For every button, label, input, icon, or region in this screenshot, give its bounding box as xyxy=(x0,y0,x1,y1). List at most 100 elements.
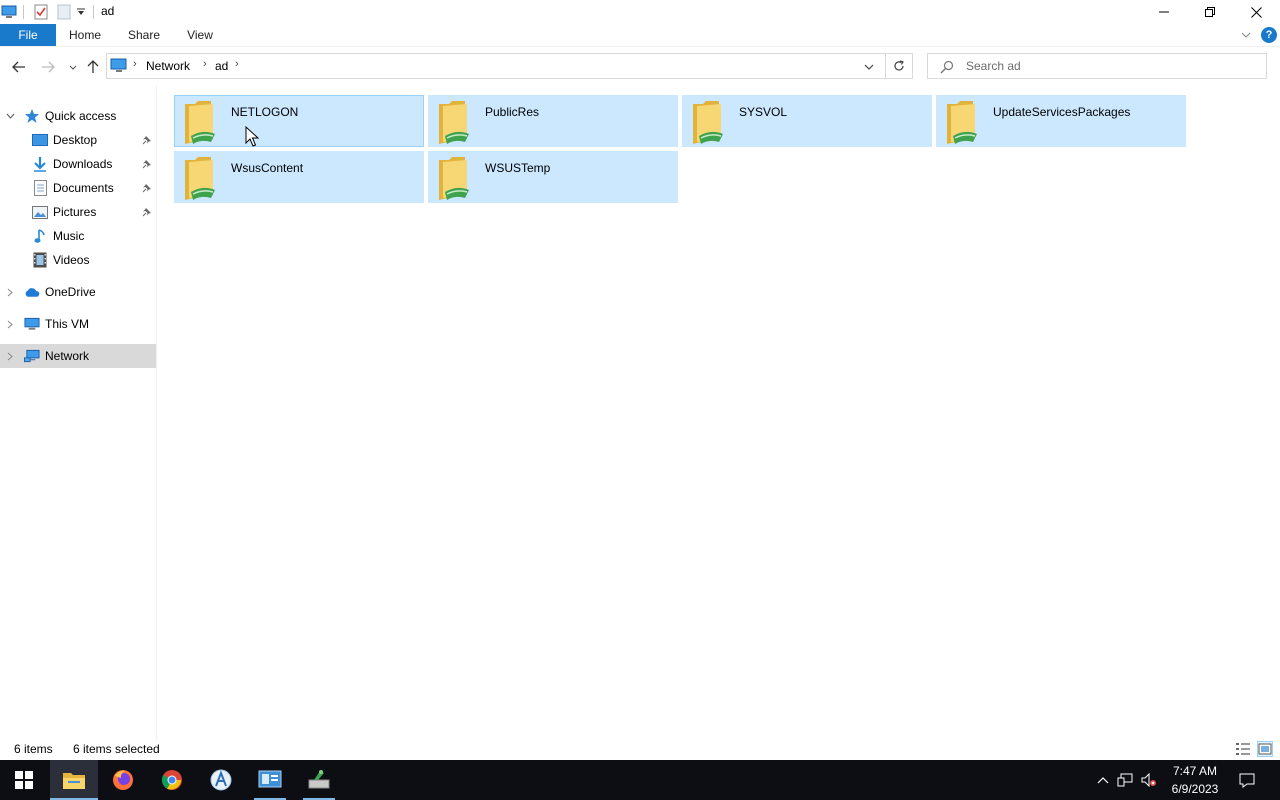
sidebar-item-network[interactable]: Network xyxy=(0,344,156,368)
recent-locations-chevron-icon[interactable] xyxy=(64,58,82,76)
sidebar-item-label: This VM xyxy=(45,317,90,331)
collapsed-chevron-icon[interactable] xyxy=(5,350,15,362)
tab-share[interactable]: Share xyxy=(120,24,168,46)
sidebar-item-label: Videos xyxy=(53,253,90,267)
sidebar-item-onedrive[interactable]: OneDrive xyxy=(0,280,156,304)
folder-item[interactable]: WSUSTemp xyxy=(428,151,678,203)
clock-time[interactable]: 7:47 AM xyxy=(1160,764,1230,778)
folder-name: UpdateServicesPackages xyxy=(993,105,1131,119)
taskbar-file-explorer[interactable] xyxy=(50,760,98,800)
expanded-chevron-icon[interactable] xyxy=(5,110,15,122)
sidebar-item-pictures[interactable]: Pictures xyxy=(0,200,156,224)
taskbar-server-manager[interactable] xyxy=(246,760,294,800)
expand-ribbon-chevron-icon[interactable] xyxy=(1238,27,1254,43)
breadcrumb-separator[interactable]: › xyxy=(203,58,207,70)
sidebar-item-quick-access[interactable]: Quick access xyxy=(0,104,156,128)
document-icon xyxy=(32,180,48,196)
back-arrow-icon[interactable] xyxy=(10,58,28,76)
restore-button[interactable] xyxy=(1187,0,1233,24)
sidebar-item-label: Desktop xyxy=(53,133,98,147)
window-title: ad xyxy=(101,4,115,18)
show-hidden-icons-chevron-icon[interactable] xyxy=(1095,772,1111,788)
sidebar-item-music[interactable]: Music xyxy=(0,224,156,248)
item-count: 6 items xyxy=(14,742,53,756)
address-history-chevron-icon[interactable] xyxy=(861,59,877,75)
collapsed-chevron-icon[interactable] xyxy=(5,318,15,330)
folder-item[interactable]: NETLOGON xyxy=(174,95,424,147)
forward-arrow-icon[interactable] xyxy=(39,58,57,76)
status-bar: 6 items 6 items selected xyxy=(0,740,1280,760)
sidebar-item-label: OneDrive xyxy=(45,285,96,299)
taskbar-wizard[interactable] xyxy=(197,760,245,800)
address-row: › Network › ad › xyxy=(0,47,1280,86)
refresh-icon xyxy=(894,60,904,71)
taskbar-firefox[interactable] xyxy=(99,760,147,800)
sidebar-item-label: Documents xyxy=(53,181,114,195)
close-button[interactable] xyxy=(1233,0,1279,24)
breadcrumb-separator[interactable]: › xyxy=(235,58,239,70)
sidebar-item-desktop[interactable]: Desktop xyxy=(0,128,156,152)
shared-folder-icon xyxy=(943,98,987,146)
tab-file[interactable]: File xyxy=(0,24,56,46)
sidebar-item-label: Music xyxy=(53,229,85,243)
taskbar-chrome[interactable] xyxy=(148,760,196,800)
server-manager-icon xyxy=(258,770,282,788)
pictures-icon xyxy=(32,204,48,220)
start-button[interactable] xyxy=(0,760,48,800)
sidebar-item-this-vm[interactable]: This VM xyxy=(0,312,156,336)
folder-item[interactable]: PublicRes xyxy=(428,95,678,147)
sidebar-item-documents[interactable]: Documents xyxy=(0,176,156,200)
sidebar-item-downloads[interactable]: Downloads xyxy=(0,152,156,176)
pin-icon[interactable] xyxy=(141,182,153,194)
pin-icon[interactable] xyxy=(141,158,153,170)
folder-item[interactable]: UpdateServicesPackages xyxy=(936,95,1186,147)
folder-item[interactable]: WsusContent xyxy=(174,151,424,203)
taskbar: 7:47 AM 6/9/2023 xyxy=(0,760,1280,800)
close-icon xyxy=(1250,6,1262,18)
clock-date[interactable]: 6/9/2023 xyxy=(1160,782,1230,796)
folder-item[interactable]: SYSVOL xyxy=(682,95,932,147)
firefox-icon xyxy=(113,770,133,790)
up-arrow-icon[interactable] xyxy=(84,58,102,76)
search-icon xyxy=(940,60,954,74)
pin-icon[interactable] xyxy=(141,206,153,218)
notification-center-icon[interactable] xyxy=(1238,772,1256,788)
breadcrumb-separator[interactable]: › xyxy=(133,58,137,70)
collapsed-chevron-icon[interactable] xyxy=(5,286,15,298)
network-location-icon xyxy=(110,58,128,74)
tab-view[interactable]: View xyxy=(180,24,220,46)
volume-muted-icon[interactable] xyxy=(1141,772,1157,788)
refresh-button[interactable] xyxy=(886,53,913,79)
network-status-icon[interactable] xyxy=(1117,772,1133,788)
large-icons-view-icon[interactable] xyxy=(1257,741,1273,757)
properties-icon[interactable] xyxy=(33,4,49,20)
address-bar[interactable]: › Network › ad › xyxy=(106,53,886,79)
computer-icon[interactable] xyxy=(0,4,18,20)
film-icon xyxy=(32,252,48,268)
new-folder-icon[interactable] xyxy=(56,4,72,20)
title-bar: ad xyxy=(0,0,1280,24)
download-arrow-icon xyxy=(32,156,48,172)
folder-name: NETLOGON xyxy=(231,105,299,119)
folder-name: WsusContent xyxy=(231,161,304,175)
help-icon[interactable]: ? xyxy=(1261,27,1277,43)
restore-icon xyxy=(1205,7,1215,17)
star-icon xyxy=(24,108,40,124)
details-view-icon[interactable] xyxy=(1235,742,1251,756)
tab-home[interactable]: Home xyxy=(62,24,108,46)
computer-icon xyxy=(24,316,40,332)
shared-folder-icon xyxy=(181,154,225,202)
taskbar-admin-tools[interactable] xyxy=(295,760,343,800)
customize-toolbar-dropdown-icon[interactable] xyxy=(75,4,87,20)
folder-name: WSUSTemp xyxy=(485,161,551,175)
search-input[interactable] xyxy=(966,57,1256,75)
sidebar-item-label: Downloads xyxy=(53,157,113,171)
minimize-button[interactable] xyxy=(1141,0,1187,24)
folder-name: SYSVOL xyxy=(739,105,788,119)
admin-tools-icon xyxy=(308,770,330,789)
sidebar-item-videos[interactable]: Videos xyxy=(0,248,156,272)
pin-icon[interactable] xyxy=(141,134,153,146)
breadcrumb-network[interactable]: Network xyxy=(146,59,190,73)
breadcrumb-ad[interactable]: ad xyxy=(215,59,228,73)
search-box[interactable] xyxy=(927,53,1267,79)
